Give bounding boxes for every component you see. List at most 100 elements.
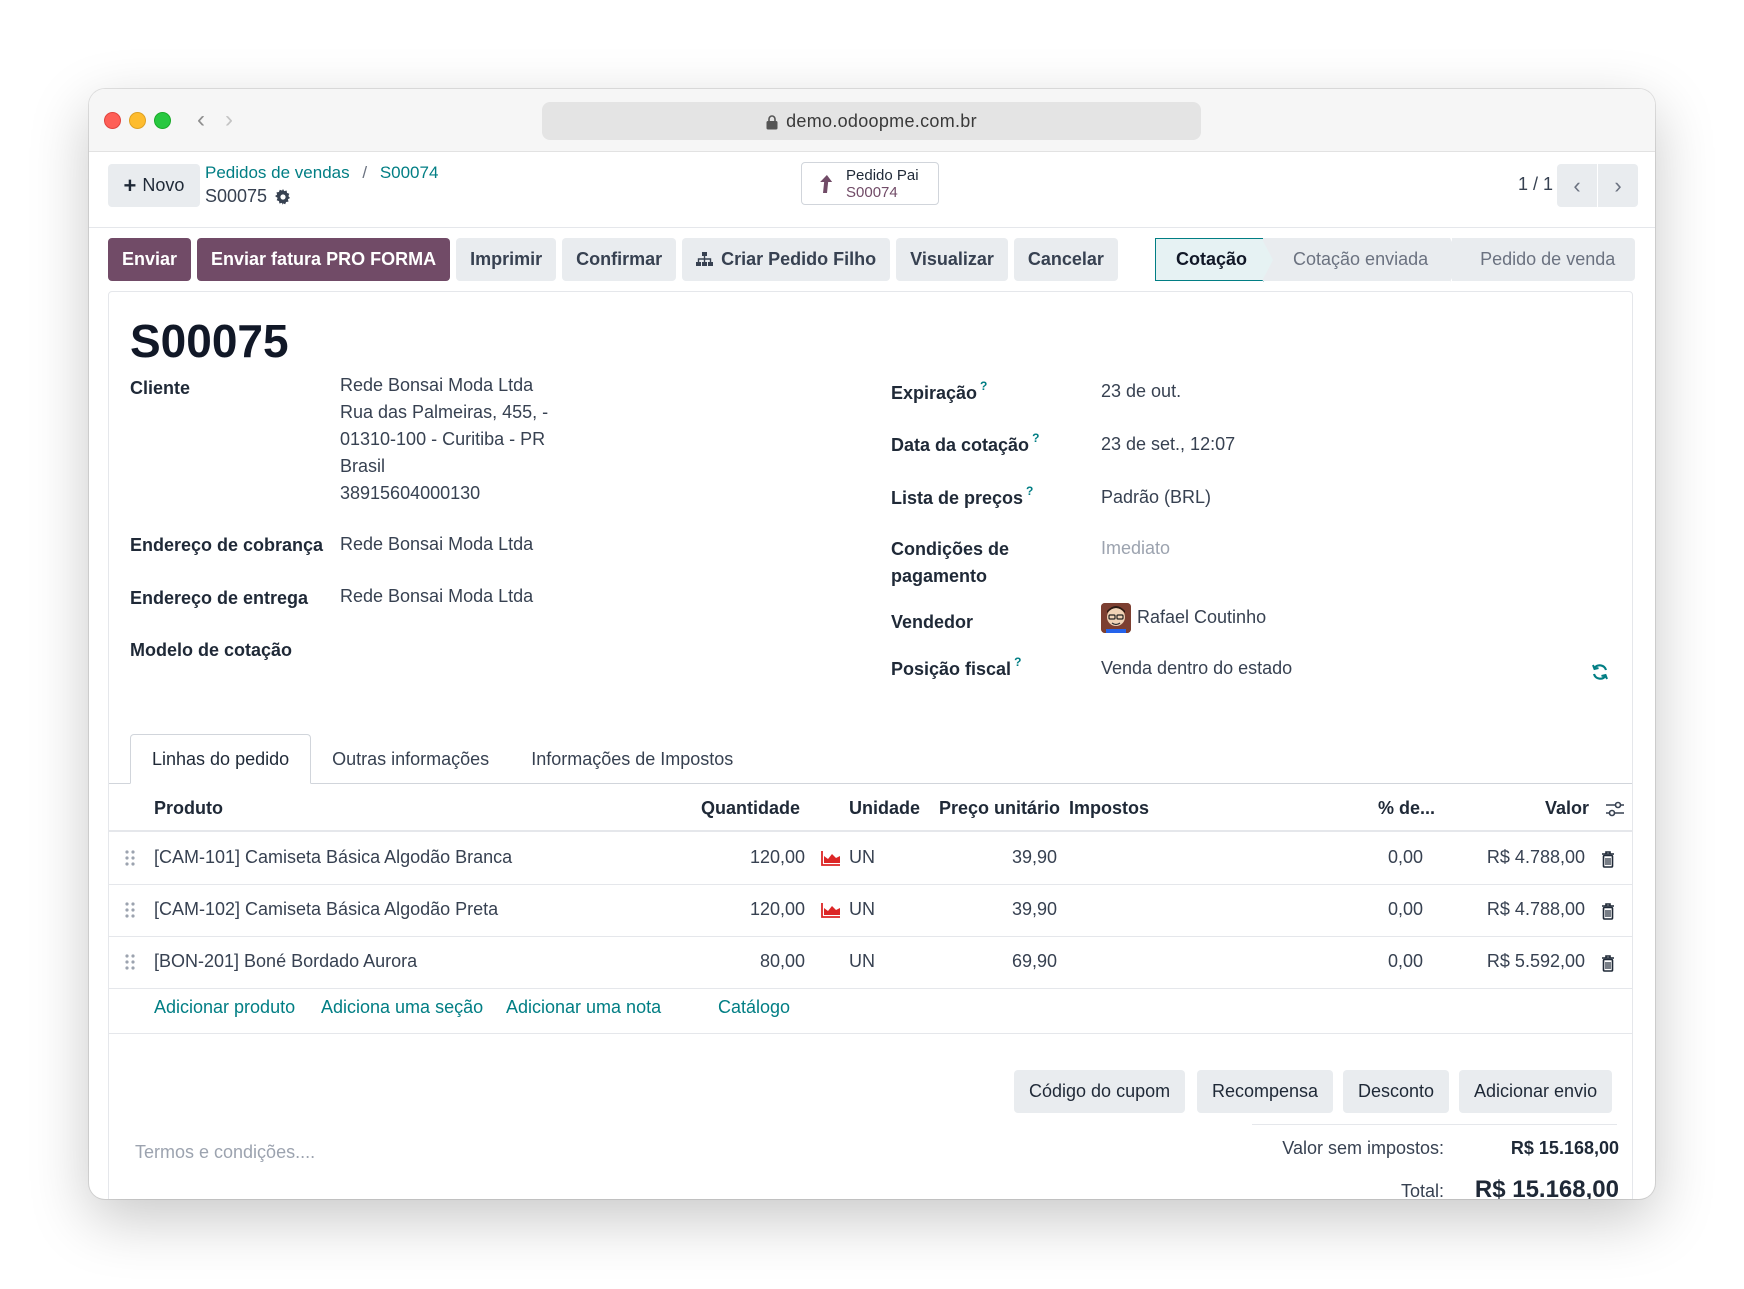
column-taxes[interactable]: Impostos [1069,798,1149,819]
row-unit: UN [849,899,875,919]
billing-address-label: Endereço de cobrança [130,535,324,555]
column-amount[interactable]: Valor [1545,798,1589,819]
totals-divider [1252,1124,1617,1125]
pager-value[interactable]: 1 / 1 [1518,174,1553,195]
pager-next-button[interactable]: › [1598,164,1638,207]
coupon-code-button[interactable]: Código do cupom [1014,1070,1186,1113]
row-product: [BON-201] Boné Bordado Aurora [154,951,418,971]
catalog-link[interactable]: Catálogo [718,997,790,1018]
payment-terms-field[interactable]: Imediato [1101,535,1170,562]
trash-icon[interactable] [1601,851,1615,868]
payment-terms-label: Condições de pagamento [891,536,1009,590]
print-button[interactable]: Imprimir [456,238,557,281]
stage-sales-order[interactable]: Pedido de venda [1452,238,1636,281]
fiscal-position-help-icon[interactable]: ? [1014,655,1021,669]
total-value: R$ 15.168,00 [1474,1176,1619,1199]
pager-previous-button[interactable]: ‹ [1557,164,1597,207]
salesperson-field[interactable]: Rafael Coutinho [1101,603,1266,633]
expiration-label-text: Expiração [891,383,978,403]
breadcrumb-sales-orders[interactable]: Pedidos de vendas [205,163,350,182]
customer-field[interactable]: Rede Bonsai Moda Ltda Rua das Palmeiras,… [340,372,548,507]
expiration-label: Expiração? [891,379,987,404]
stage-quotation[interactable]: Cotação [1155,238,1276,282]
maximize-window-button[interactable] [154,112,171,129]
row-quantity: 80,00 [759,951,805,971]
breadcrumb-prev-order[interactable]: S00074 [380,163,439,182]
tab-tax-info[interactable]: Informações de Impostos [510,734,754,784]
forecast-chart-icon[interactable] [821,902,841,918]
add-product-link[interactable]: Adicionar produto [154,997,295,1018]
stage-quotation-sent[interactable]: Cotação enviada [1263,238,1462,282]
close-window-button[interactable] [104,112,121,129]
quotation-template-field[interactable] [340,635,740,662]
url-bar[interactable]: demo.odoopme.com.br [542,102,1201,140]
add-shipping-label: Adicionar envio [1474,1081,1598,1101]
add-section-link[interactable]: Adiciona uma seção [321,997,483,1018]
reward-button[interactable]: Recompensa [1197,1070,1334,1113]
create-child-order-button[interactable]: Criar Pedido Filho [682,238,891,281]
table-row[interactable]: [CAM-102] Camiseta Básica Algodão Preta … [109,885,1632,937]
order-title: S00075 [130,315,289,367]
print-label: Imprimir [470,249,543,269]
forecast-chart-icon[interactable] [821,850,841,866]
table-row[interactable]: [CAM-101] Camiseta Básica Algodão Branca… [109,833,1632,885]
discount-button[interactable]: Desconto [1343,1070,1450,1113]
customer-name: Rede Bonsai Moda Ltda [340,375,534,395]
preview-button[interactable]: Visualizar [896,238,1008,281]
column-unit-price[interactable]: Preço unitário [939,798,1060,819]
stage-quotation-sent-label: Cotação enviada [1293,249,1429,269]
add-note-link[interactable]: Adicionar uma nota [506,997,661,1018]
row-product: [CAM-101] Camiseta Básica Algodão Branca [154,847,513,867]
quote-date-help-icon[interactable]: ? [1032,431,1039,445]
trash-icon[interactable] [1601,903,1615,920]
trash-icon[interactable] [1601,955,1615,972]
drag-handle-icon[interactable] [125,849,135,867]
browser-back-icon[interactable]: ‹ [197,106,205,134]
browser-window: ‹ › demo.odoopme.com.br + Novo Pedidos d… [89,89,1655,1199]
send-button[interactable]: Enviar [108,238,192,281]
column-settings-icon[interactable] [1606,801,1624,817]
quote-date-label: Data da cotação? [891,431,1039,456]
drag-handle-icon[interactable] [125,901,135,919]
drag-handle-icon[interactable] [125,953,135,971]
add-shipping-button[interactable]: Adicionar envio [1459,1070,1613,1113]
column-discount[interactable]: % de... [1378,798,1435,819]
column-unit[interactable]: Unidade [849,798,920,819]
billing-address-field[interactable]: Rede Bonsai Moda Ltda [340,531,533,558]
stage-quotation-label: Cotação [1176,249,1248,269]
expiration-field[interactable]: 23 de out. [1101,378,1181,405]
row-amount: R$ 4.788,00 [1486,847,1585,867]
chevron-left-icon: ‹ [1573,172,1581,198]
tab-other-info[interactable]: Outras informações [311,734,510,784]
untaxed-amount-value: R$ 15.168,00 [1510,1138,1619,1158]
row-discount: 0,00 [1387,951,1423,971]
confirm-button[interactable]: Confirmar [562,238,677,281]
browser-titlebar: ‹ › demo.odoopme.com.br [89,89,1655,152]
cancel-button[interactable]: Cancelar [1013,238,1118,281]
refresh-icon[interactable] [1591,663,1609,681]
terms-conditions-input[interactable]: Termos e condições.... [135,1142,315,1163]
send-proforma-button[interactable]: Enviar fatura PRO FORMA [197,238,451,281]
expiration-help-icon[interactable]: ? [980,379,987,393]
shipping-address-field[interactable]: Rede Bonsai Moda Ltda [340,583,533,610]
minimize-window-button[interactable] [129,112,146,129]
tab-order-lines[interactable]: Linhas do pedido [130,734,312,784]
pricelist-help-icon[interactable]: ? [1026,484,1033,498]
status-bar: Cotação Cotação enviada Pedido de venda [1155,238,1636,282]
preview-label: Visualizar [910,249,994,269]
browser-forward-icon[interactable]: › [225,106,233,134]
row-quantity: 120,00 [749,847,805,867]
column-quantity[interactable]: Quantidade [701,798,800,819]
new-button[interactable]: + Novo [108,164,200,207]
gear-icon[interactable] [275,188,291,205]
form-sheet: S00075 Cliente Rede Bonsai Moda Ltda Rua… [108,291,1633,1199]
customer-city: 01310-100 - Curitiba - PR [340,429,546,449]
parent-order-button[interactable]: Pedido Pai S00074 [801,162,939,205]
pricelist-field[interactable]: Padrão (BRL) [1101,484,1211,511]
chevron-right-icon: › [1614,172,1622,198]
quote-date-field[interactable]: 23 de set., 12:07 [1101,431,1235,458]
customer-label: Cliente [130,378,191,398]
column-product[interactable]: Produto [154,798,223,819]
send-proforma-label: Enviar fatura PRO FORMA [211,249,437,269]
fiscal-position-field[interactable]: Venda dentro do estado [1101,655,1292,682]
